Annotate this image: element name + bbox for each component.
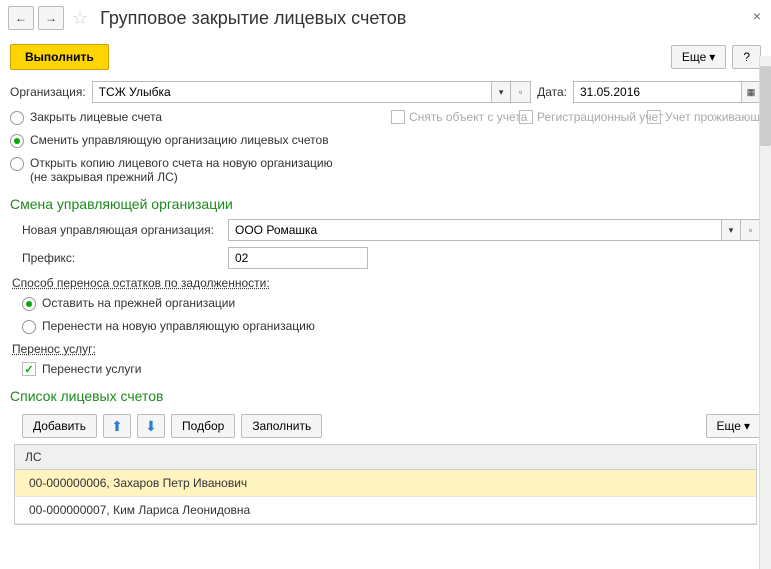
arrow-down-icon: ⬇	[145, 418, 157, 435]
section-list-title: Список лицевых счетов	[0, 380, 771, 408]
arrow-left-icon: ←	[15, 11, 27, 25]
date-label: Дата:	[537, 85, 567, 99]
section-change-title: Смена управляющей организации	[0, 188, 771, 216]
move-down-button[interactable]: ⬇	[137, 414, 165, 438]
remove-object-label: Снять объект с учета	[409, 110, 527, 124]
mode-copy-label-1: Открыть копию лицевого счета на новую ор…	[30, 156, 333, 170]
mode-change-label: Сменить управляющую организацию лицевых …	[30, 133, 329, 147]
org-label: Организация:	[10, 85, 86, 99]
page-title: Групповое закрытие лицевых счетов	[100, 8, 406, 29]
reg-label: Регистрационный учет	[537, 110, 663, 124]
debt-move-radio[interactable]	[22, 320, 36, 334]
svc-label: Перенос услуг:	[12, 338, 771, 358]
chevron-down-icon: ▾	[499, 87, 504, 98]
close-button[interactable]: ×	[753, 8, 761, 24]
execute-button[interactable]: Выполнить	[10, 44, 109, 70]
nav-forward-button[interactable]: →	[38, 6, 64, 30]
accounts-table: ЛС 00-000000006, Захаров Петр Иванович 0…	[14, 444, 757, 525]
table-row[interactable]: 00-000000007, Ким Лариса Леонидовна	[15, 497, 756, 524]
prefix-input[interactable]	[228, 247, 368, 269]
residents-label: Учет проживающих	[665, 110, 771, 124]
mode-copy-label-2: (не закрывая прежний ЛС)	[30, 170, 333, 184]
mode-change-radio[interactable]	[10, 134, 24, 148]
open-icon: ▫	[519, 87, 522, 97]
list-more-button[interactable]: Еще▾	[706, 414, 761, 438]
help-button[interactable]: ?	[732, 45, 761, 69]
table-row[interactable]: 00-000000006, Захаров Петр Иванович	[15, 470, 756, 497]
org-dropdown-button[interactable]: ▾	[491, 81, 511, 103]
arrow-right-icon: →	[45, 11, 57, 25]
new-org-input[interactable]	[228, 219, 721, 241]
vertical-scrollbar[interactable]	[759, 56, 771, 569]
fill-button[interactable]: Заполнить	[241, 414, 322, 438]
chevron-down-icon: ▾	[709, 50, 715, 64]
prefix-label: Префикс:	[22, 251, 222, 265]
new-org-label: Новая управляющая организация:	[22, 223, 222, 237]
reg-checkbox	[519, 110, 533, 124]
chevron-down-icon: ▾	[729, 225, 734, 236]
calendar-button[interactable]: ▦	[741, 81, 761, 103]
favorite-star-icon[interactable]: ☆	[72, 8, 88, 29]
open-icon: ▫	[749, 225, 752, 235]
debt-keep-radio[interactable]	[22, 297, 36, 311]
residents-checkbox	[647, 110, 661, 124]
debt-method-label: Способ переноса остатков по задолженност…	[12, 272, 771, 292]
org-open-button[interactable]: ▫	[511, 81, 531, 103]
move-up-button[interactable]: ⬆	[103, 414, 131, 438]
mode-copy-radio[interactable]	[10, 157, 24, 171]
pick-button[interactable]: Подбор	[171, 414, 235, 438]
add-button[interactable]: Добавить	[22, 414, 97, 438]
more-button[interactable]: Еще▾	[671, 45, 726, 69]
table-header-ls[interactable]: ЛС	[15, 445, 756, 470]
new-org-open-button[interactable]: ▫	[741, 219, 761, 241]
nav-back-button[interactable]: ←	[8, 6, 34, 30]
date-input[interactable]	[573, 81, 741, 103]
org-field[interactable]: ▾ ▫	[92, 81, 531, 103]
chevron-down-icon: ▾	[744, 419, 750, 433]
org-input[interactable]	[92, 81, 491, 103]
mode-close-label: Закрыть лицевые счета	[30, 110, 162, 124]
svc-move-label: Перенести услуги	[42, 362, 141, 376]
scrollbar-thumb[interactable]	[760, 66, 771, 146]
mode-close-radio[interactable]	[10, 111, 24, 125]
arrow-up-icon: ⬆	[111, 418, 123, 435]
calendar-icon: ▦	[747, 87, 756, 98]
debt-keep-label: Оставить на прежней организации	[42, 296, 235, 310]
new-org-field[interactable]: ▾ ▫	[228, 219, 761, 241]
remove-object-checkbox	[391, 110, 405, 124]
new-org-dropdown-button[interactable]: ▾	[721, 219, 741, 241]
debt-move-label: Перенести на новую управляющую организац…	[42, 319, 315, 333]
svc-move-checkbox[interactable]	[22, 362, 36, 376]
date-field[interactable]: ▦	[573, 81, 761, 103]
